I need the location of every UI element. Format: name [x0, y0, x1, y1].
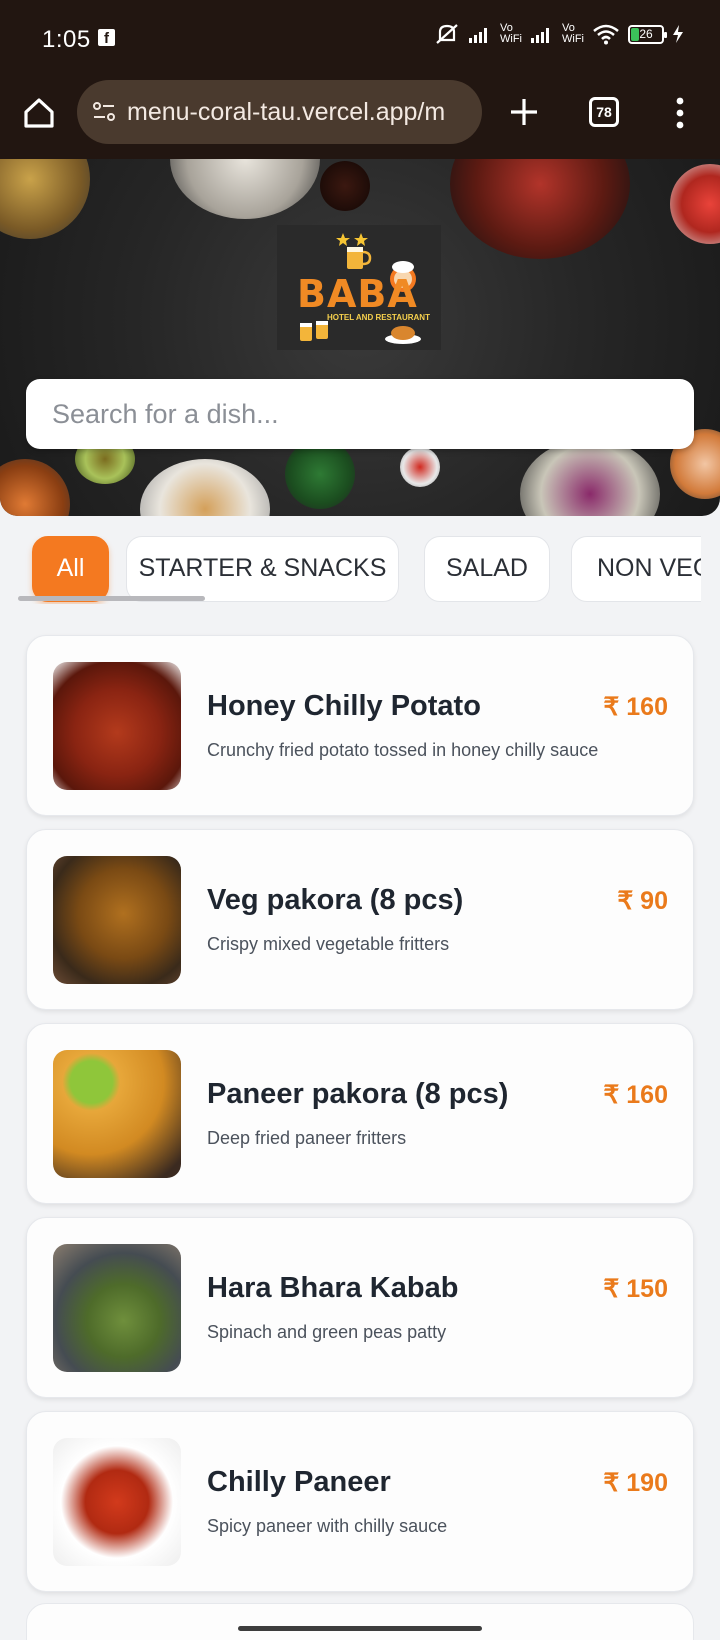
hero-banner: BABA HOTEL AND RESTAURANT — [0, 159, 720, 516]
dish-photo — [53, 1244, 181, 1372]
menu-item-price: ₹ 150 — [603, 1275, 668, 1303]
menu-item-card[interactable]: Chilly Paneer ₹ 190 Spicy paneer with ch… — [26, 1411, 694, 1592]
category-tab-non-veg[interactable]: NON VEG — [571, 536, 701, 602]
menu-item-name: Chilly Paneer — [207, 1466, 391, 1498]
vowifi-label: Vo WiFi — [562, 23, 584, 45]
vowifi-bottom: WiFi — [562, 33, 584, 45]
menu-item-description: Deep fried paneer fritters — [207, 1128, 407, 1148]
menu-item-name: Honey Chilly Potato — [207, 690, 481, 722]
site-settings-icon[interactable] — [91, 99, 117, 125]
mute-vibrate-icon — [436, 24, 458, 44]
dish-photo — [53, 662, 181, 790]
menu-item-name: Veg pakora (8 pcs) — [207, 884, 464, 916]
beer-mug-icon — [336, 233, 372, 269]
tab-switcher-button[interactable]: 78 — [589, 97, 619, 127]
browser-chrome: 1:05 f Vo WiFi Vo WiFi 26 menu-coral-tau… — [0, 0, 720, 159]
category-tab-starter-snacks[interactable]: STARTER & SNACKS — [126, 536, 399, 602]
menu-item-price: ₹ 190 — [603, 1469, 668, 1497]
battery-icon: 26 — [628, 24, 667, 44]
roast-chicken-icon — [385, 326, 421, 344]
decorative-dish — [0, 459, 70, 516]
gesture-bar[interactable] — [238, 1626, 482, 1631]
menu-item-name: Paneer pakora (8 pcs) — [207, 1078, 509, 1110]
menu-item-card[interactable]: Honey Chilly Potato ₹ 160 Crunchy fried … — [26, 635, 694, 816]
more-options-icon[interactable] — [668, 94, 692, 132]
menu-item-price: ₹ 90 — [617, 887, 668, 915]
new-tab-icon[interactable] — [505, 93, 543, 131]
decorative-dish — [400, 447, 440, 487]
decorative-dish — [140, 459, 270, 516]
status-time: 1:05 — [42, 26, 91, 53]
url-text[interactable]: menu-coral-tau.vercel.app/m — [127, 98, 445, 127]
beer-glasses-icon — [300, 321, 328, 341]
menu-item-description: Spinach and green peas patty — [207, 1322, 447, 1342]
status-icons: Vo WiFi Vo WiFi 26 — [434, 22, 684, 46]
dish-photo — [53, 856, 181, 984]
menu-item-card[interactable]: Hara Bhara Kabab ₹ 150 Spinach and green… — [26, 1217, 694, 1398]
menu-item-description: Crispy mixed vegetable fritters — [207, 934, 450, 954]
search-input[interactable] — [26, 379, 694, 449]
dish-photo — [53, 1438, 181, 1566]
facebook-icon: f — [98, 29, 115, 47]
decorative-dish — [450, 159, 630, 259]
menu-item-price: ₹ 160 — [603, 693, 668, 721]
menu-item-card[interactable]: Paneer pakora (8 pcs) ₹ 160 Deep fried p… — [26, 1023, 694, 1204]
decorative-dish — [0, 159, 90, 239]
menu-item-card[interactable] — [26, 1603, 694, 1640]
status-bar: 1:05 f Vo WiFi Vo WiFi 26 — [0, 0, 720, 80]
decorative-dish — [520, 439, 660, 516]
address-bar[interactable]: menu-coral-tau.vercel.app/m — [77, 80, 482, 144]
menu-item-description: Crunchy fried potato tossed in honey chi… — [207, 740, 599, 760]
category-tab-all[interactable]: All — [32, 536, 109, 602]
decorative-dish — [170, 159, 320, 219]
menu-item-name: Hara Bhara Kabab — [207, 1272, 459, 1304]
restaurant-logo: BABA HOTEL AND RESTAURANT — [277, 225, 441, 350]
charging-icon — [673, 25, 683, 43]
decorative-dish — [285, 439, 355, 509]
menu-item-price: ₹ 160 — [603, 1081, 668, 1109]
wifi-icon — [593, 24, 619, 45]
battery-level: 26 — [639, 26, 653, 41]
logo-name: BABA — [297, 272, 418, 316]
category-scrollbar[interactable] — [18, 596, 205, 601]
home-icon[interactable] — [18, 92, 60, 134]
menu-item-description: Spicy paneer with chilly sauce — [207, 1516, 448, 1536]
category-tabs: All STARTER & SNACKS SALAD NON VEG — [18, 536, 701, 604]
signal-icon — [531, 28, 549, 43]
category-tab-salad[interactable]: SALAD — [424, 536, 550, 602]
dish-photo — [53, 1050, 181, 1178]
browser-toolbar: menu-coral-tau.vercel.app/m 78 — [0, 80, 720, 159]
vowifi-label: Vo WiFi — [500, 23, 522, 45]
vowifi-bottom: WiFi — [500, 33, 522, 45]
menu-item-card[interactable]: Veg pakora (8 pcs) ₹ 90 Crispy mixed veg… — [26, 829, 694, 1010]
search-bar[interactable] — [26, 379, 694, 449]
decorative-dish — [320, 161, 370, 211]
decorative-dish — [670, 164, 720, 244]
signal-icon — [469, 28, 487, 43]
